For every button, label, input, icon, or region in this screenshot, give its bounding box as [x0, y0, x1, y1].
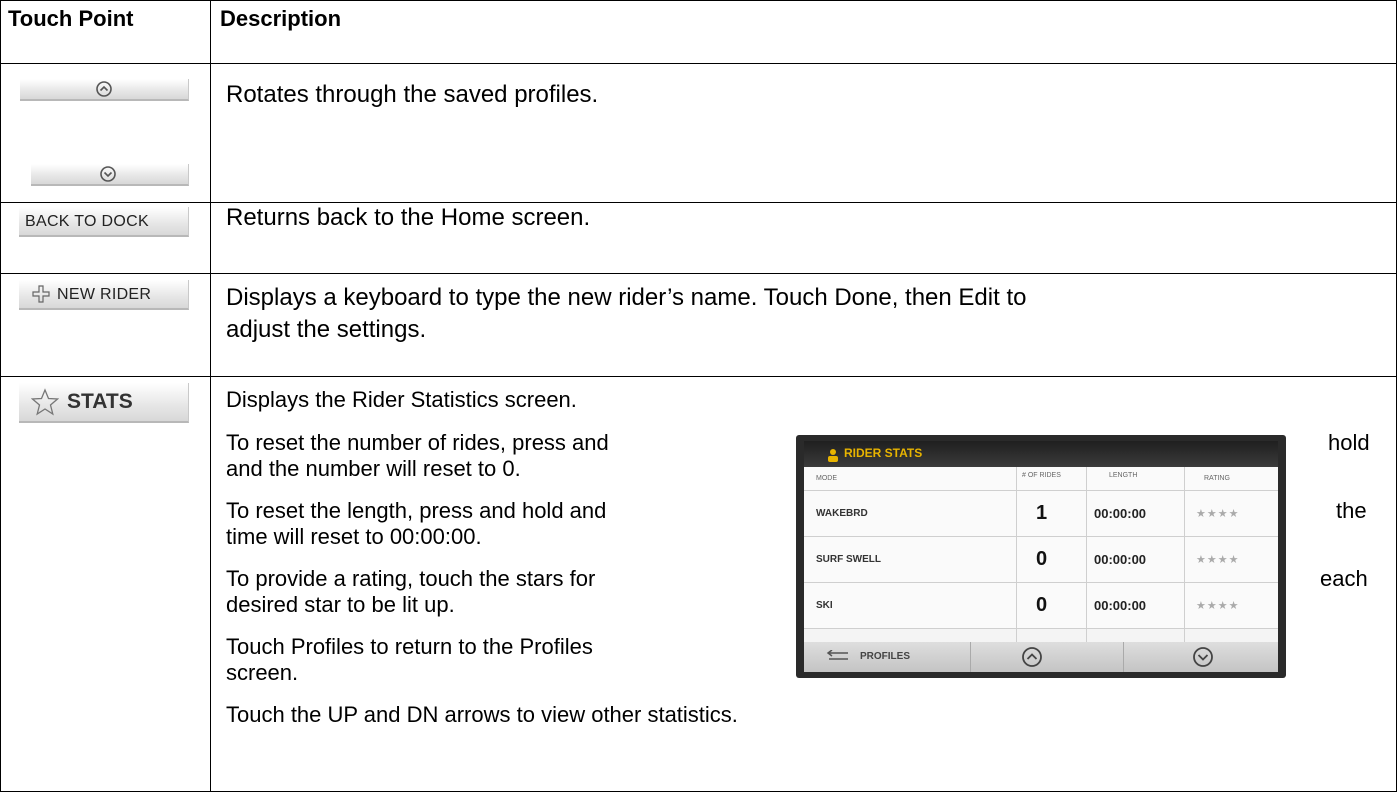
- stats-line-3: and the number will reset to 0.: [226, 456, 521, 481]
- stats-row-stars[interactable]: ★★★★: [1196, 507, 1239, 520]
- stats-up-button[interactable]: [971, 642, 1124, 672]
- header-description: Description: [220, 6, 342, 31]
- stats-button[interactable]: STATS: [19, 383, 189, 423]
- chevron-down-circle-icon: [100, 166, 116, 182]
- chevron-down-circle-icon: [1193, 647, 1213, 667]
- stats-line-8: Touch Profiles to return to the Profiles: [226, 634, 593, 659]
- stats-line-1: Displays the Rider Statistics screen.: [226, 387, 577, 412]
- stats-col-divider: [1184, 467, 1185, 642]
- rider-stats-column-header-row: MODE # OF RIDES LENGTH RATING: [804, 467, 1278, 491]
- stats-line-6: To provide a rating, touch the stars for: [226, 566, 596, 591]
- profile-down-button[interactable]: [31, 164, 189, 186]
- table-border-left: [0, 0, 1, 792]
- stats-label: STATS: [67, 390, 133, 413]
- stats-row-name: SKI: [816, 600, 833, 611]
- row-divider-2: [0, 202, 1397, 203]
- col-header-mode: MODE: [816, 475, 837, 482]
- stats-line-10: Touch the UP and DN arrows to view other…: [226, 702, 738, 727]
- row2-description: Returns back to the Home screen.: [226, 204, 591, 231]
- rider-stats-screenshot: RIDER STATS MODE # OF RIDES LENGTH RATIN…: [796, 435, 1286, 678]
- new-rider-button[interactable]: NEW RIDER: [19, 280, 189, 310]
- stats-row-surf-swell[interactable]: SURF SWELL 0 00:00:00 ★★★★: [804, 537, 1278, 583]
- stats-col-divider: [1086, 467, 1087, 642]
- stats-row-wakebrd[interactable]: WAKEBRD 1 00:00:00 ★★★★: [804, 491, 1278, 537]
- stats-row-name: WAKEBRD: [816, 508, 868, 519]
- row-divider-3: [0, 273, 1397, 274]
- stats-row-length[interactable]: 00:00:00: [1094, 506, 1146, 521]
- stats-row-rides[interactable]: 0: [1036, 594, 1047, 617]
- stats-line-2: To reset the number of rides, press and: [226, 430, 609, 455]
- new-rider-label: NEW RIDER: [57, 286, 152, 303]
- stats-row-rides[interactable]: 1: [1036, 502, 1047, 525]
- stats-line-5: time will reset to 00:00:00.: [226, 524, 482, 549]
- stats-row-ski[interactable]: SKI 0 00:00:00 ★★★★: [804, 583, 1278, 629]
- back-arrow-icon: [826, 650, 848, 660]
- header-touch-point: Touch Point: [8, 6, 134, 31]
- stats-line-7: desired star to be lit up.: [226, 592, 455, 617]
- star-outline-icon: [31, 388, 59, 416]
- table-border-top: [0, 0, 1397, 1]
- stats-down-button[interactable]: [1124, 642, 1278, 672]
- column-divider: [210, 0, 211, 792]
- user-icon: [828, 449, 838, 462]
- row3-description-line1: Displays a keyboard to type the new ride…: [226, 284, 1027, 311]
- stats-line-9: screen.: [226, 660, 299, 685]
- profiles-label: PROFILES: [860, 651, 911, 662]
- profiles-button[interactable]: PROFILES: [804, 642, 971, 672]
- rider-stats-title: RIDER STATS: [844, 446, 923, 460]
- rider-stats-panel: RIDER STATS MODE # OF RIDES LENGTH RATIN…: [804, 441, 1278, 672]
- col-header-rides: # OF RIDES: [1022, 472, 1061, 479]
- chevron-up-circle-icon: [1022, 647, 1042, 667]
- chevron-up-circle-icon: [96, 81, 112, 97]
- col-header-length: LENGTH: [1109, 472, 1138, 479]
- row3-description-line2: adjust the settings.: [226, 316, 427, 343]
- stats-line-4: To reset the length, press and hold and: [226, 498, 607, 523]
- stats-col-divider: [1016, 467, 1017, 642]
- row-divider-4: [0, 376, 1397, 377]
- stats-row-name: SURF SWELL: [816, 554, 881, 565]
- stats-row-length[interactable]: 00:00:00: [1094, 598, 1146, 613]
- touch-point-table: Touch Point Description Rotates through …: [0, 0, 1397, 792]
- stats-right-word-1: hold: [1328, 430, 1370, 455]
- stats-right-word-3: each: [1320, 566, 1368, 591]
- stats-row-stars[interactable]: ★★★★: [1196, 553, 1239, 566]
- stats-right-word-2: the: [1336, 498, 1367, 523]
- profile-up-button[interactable]: [20, 79, 189, 101]
- col-header-rating: RATING: [1204, 475, 1230, 482]
- stats-footer-bar: PROFILES: [804, 642, 1278, 672]
- row-divider-1: [0, 63, 1397, 64]
- back-to-dock-button[interactable]: BACK TO DOCK: [19, 207, 189, 237]
- stats-row-length[interactable]: 00:00:00: [1094, 552, 1146, 567]
- row1-description: Rotates through the saved profiles.: [226, 81, 599, 108]
- rider-stats-title-bar: RIDER STATS: [804, 441, 1278, 467]
- back-to-dock-label: BACK TO DOCK: [25, 213, 149, 230]
- stats-row-stars[interactable]: ★★★★: [1196, 599, 1239, 612]
- stats-row-rides[interactable]: 0: [1036, 548, 1047, 571]
- plus-icon: [32, 285, 50, 303]
